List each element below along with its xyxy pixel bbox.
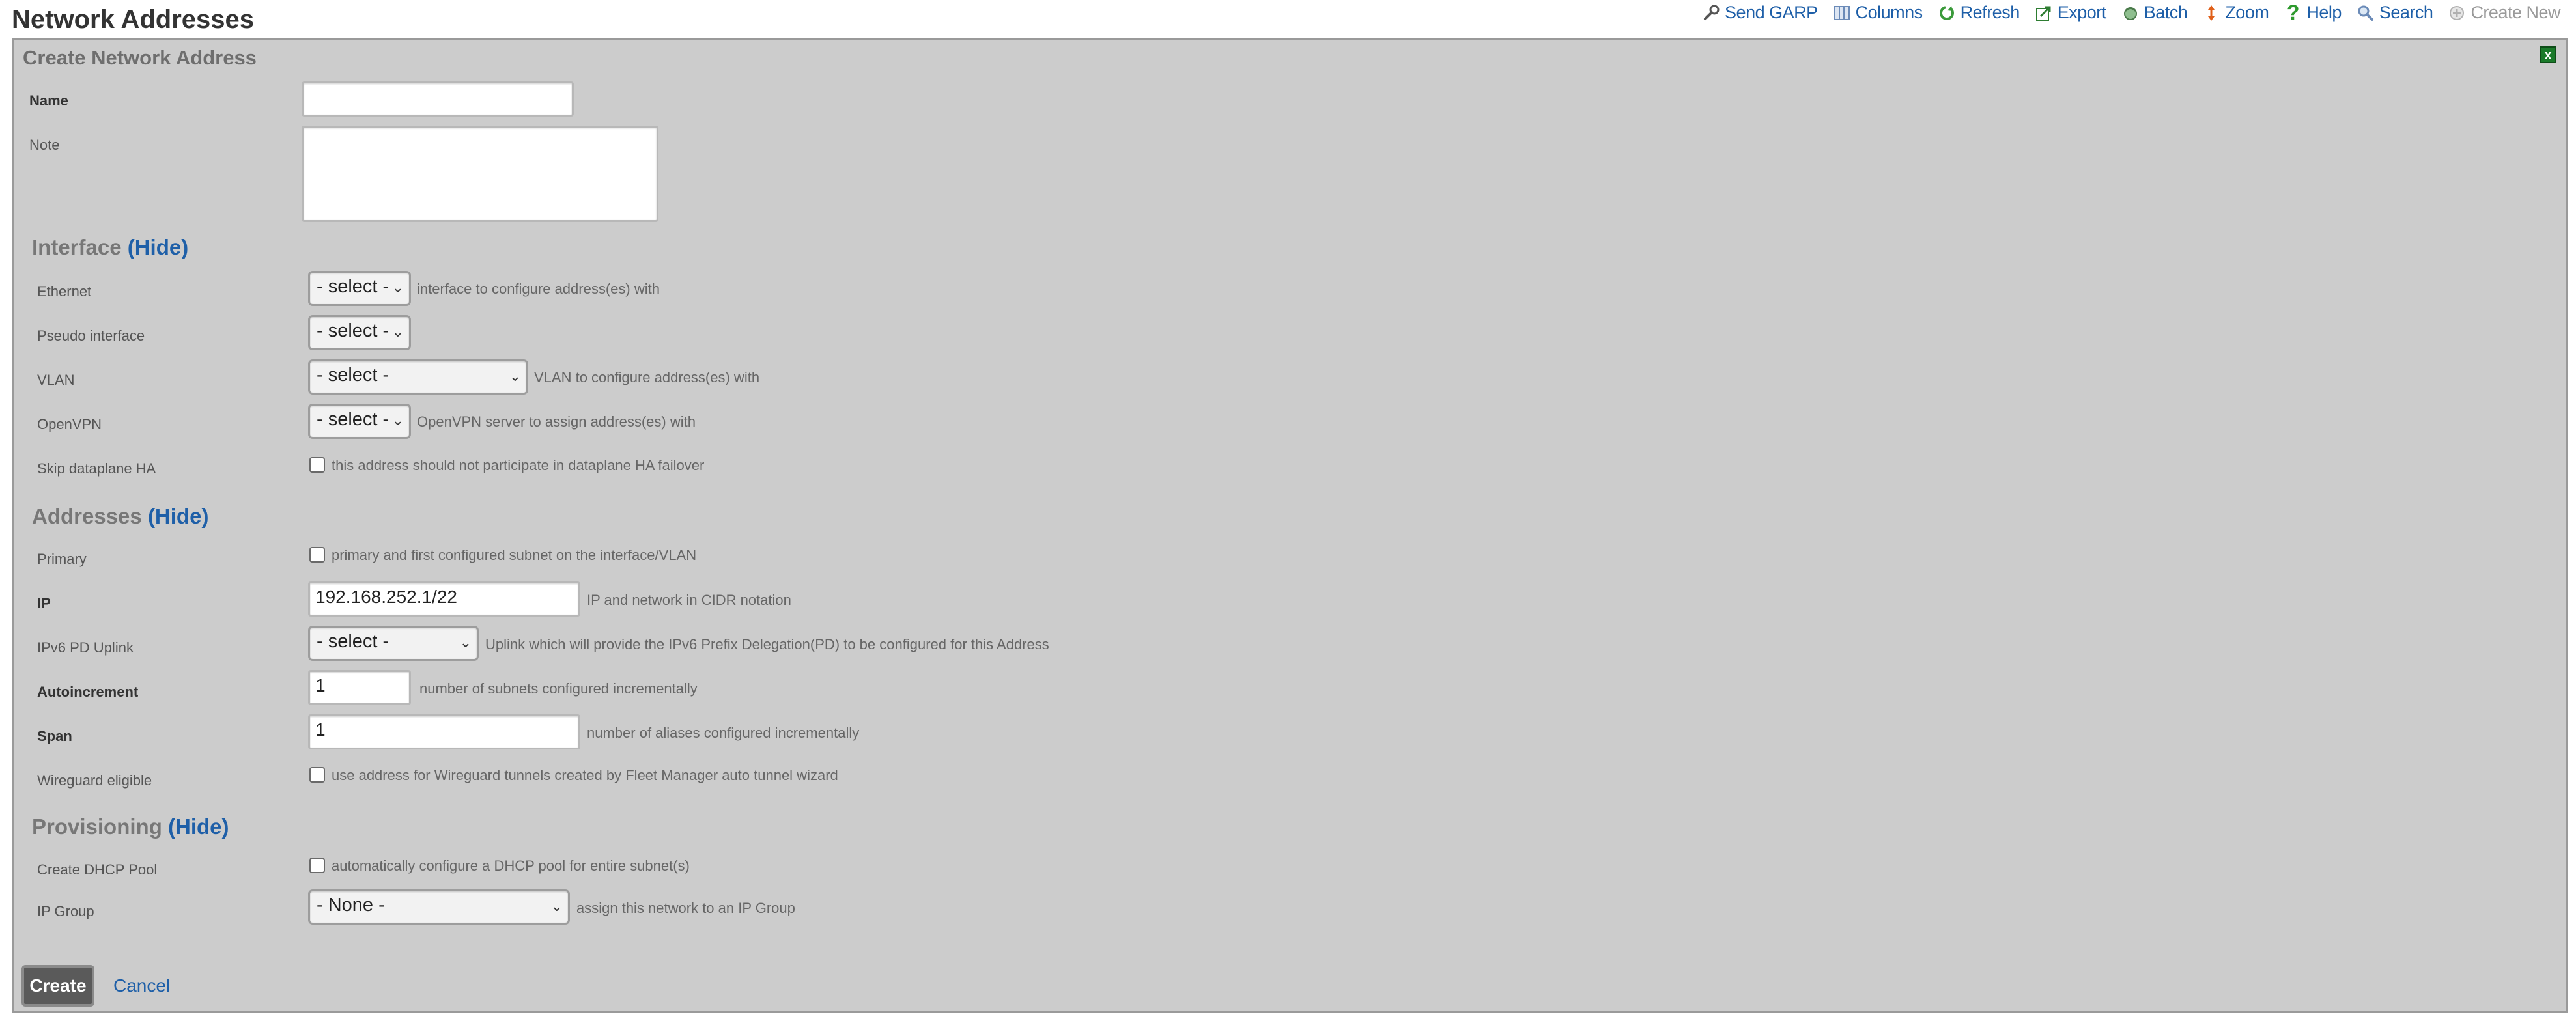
skip-ha-help: this address should not participate in d… [332, 457, 705, 473]
vlan-help: VLAN to configure address(es) with [534, 369, 760, 385]
refresh-button[interactable]: Refresh [1937, 3, 2020, 23]
zoom-icon [2201, 3, 2221, 23]
openvpn-select-value: - select - [317, 409, 389, 430]
autoincrement-input[interactable]: 1 [308, 670, 411, 705]
send-garp-label: Send GARP [1725, 3, 1818, 22]
create-button[interactable]: Create [21, 965, 94, 1007]
chevron-down-icon: ⌄ [391, 412, 404, 428]
span-help: number of aliases configured incremental… [587, 725, 860, 741]
page-title: Network Addresses [12, 5, 254, 34]
refresh-label: Refresh [1960, 3, 2020, 22]
interface-section-title: Interface (Hide) [32, 235, 188, 260]
chevron-down-icon: ⌄ [459, 634, 472, 650]
chevron-down-icon: ⌄ [509, 368, 521, 384]
primary-help: primary and first configured subnet on t… [332, 547, 697, 563]
vlan-select-value: - select - [317, 365, 389, 385]
columns-icon [1832, 3, 1852, 23]
skip-ha-label: Skip dataplane HA [37, 460, 156, 477]
panel-title: Create Network Address [23, 46, 257, 69]
ethernet-select-value: - select - [317, 276, 389, 297]
addresses-hide-link[interactable]: (Hide) [148, 504, 209, 528]
skip-ha-checkbox[interactable] [309, 457, 325, 473]
create-dhcp-pool-checkbox[interactable] [309, 858, 325, 873]
interface-hide-link[interactable]: (Hide) [128, 235, 189, 259]
ip-help: IP and network in CIDR notation [587, 592, 791, 608]
primary-label: Primary [37, 551, 87, 567]
search-label: Search [2379, 3, 2433, 22]
send-garp-button[interactable]: Send GARP [1701, 3, 1818, 23]
autoincrement-help: number of subnets configured incremental… [419, 680, 698, 697]
add-icon [2447, 3, 2467, 23]
create-dhcp-pool-help: automatically configure a DHCP pool for … [332, 858, 690, 874]
help-icon: ? [2286, 1, 2300, 24]
create-network-address-panel: Create Network Address x Name Note Inter… [12, 38, 2568, 1013]
openvpn-select[interactable]: - select - ⌄ [308, 404, 411, 439]
zoom-button[interactable]: Zoom [2201, 3, 2269, 23]
ipv6-pd-uplink-select-value: - select - [317, 631, 389, 652]
export-label: Export [2057, 3, 2107, 22]
create-dhcp-pool-label: Create DHCP Pool [37, 861, 158, 878]
wireguard-label: Wireguard eligible [37, 772, 152, 789]
openvpn-help: OpenVPN server to assign address(es) wit… [417, 413, 696, 430]
search-button[interactable]: Search [2356, 3, 2433, 23]
chevron-down-icon: ⌄ [550, 898, 563, 914]
provisioning-section-label: Provisioning [32, 815, 162, 839]
note-label: Note [29, 137, 60, 153]
wireguard-checkbox[interactable] [309, 767, 325, 783]
provisioning-section-title: Provisioning (Hide) [32, 815, 229, 839]
export-button[interactable]: Export [2034, 3, 2106, 23]
pseudo-interface-label: Pseudo interface [37, 328, 145, 344]
ipv6-pd-uplink-select[interactable]: - select - ⌄ [308, 626, 479, 661]
batch-icon [2121, 3, 2140, 23]
autoincrement-label: Autoincrement [37, 684, 139, 700]
columns-button[interactable]: Columns [1832, 3, 1923, 23]
vlan-label: VLAN [37, 372, 75, 388]
chevron-down-icon: ⌄ [391, 324, 404, 340]
ipv6-pd-uplink-label: IPv6 PD Uplink [37, 639, 134, 656]
ip-group-help: assign this network to an IP Group [576, 900, 795, 916]
pseudo-interface-select-value: - select - [317, 320, 389, 341]
provisioning-hide-link[interactable]: (Hide) [168, 815, 229, 839]
ip-group-select-value: - None - [317, 895, 385, 916]
zoom-label: Zoom [2225, 3, 2269, 22]
page: Network Addresses Send GARP Columns Refr… [0, 0, 2576, 1021]
help-label: Help [2306, 3, 2342, 22]
refresh-icon [1937, 3, 1957, 23]
chevron-down-icon: ⌄ [391, 279, 404, 296]
columns-label: Columns [1855, 3, 1923, 22]
primary-checkbox[interactable] [309, 547, 325, 563]
wireguard-help: use address for Wireguard tunnels create… [332, 767, 838, 783]
toolbar: Send GARP Columns Refresh Export Batch Z… [1701, 1, 2560, 24]
openvpn-label: OpenVPN [37, 416, 102, 432]
batch-label: Batch [2144, 3, 2188, 22]
search-icon [2356, 3, 2375, 23]
create-new-label: Create New [2470, 3, 2560, 22]
wrench-icon [1701, 3, 1721, 23]
name-input[interactable] [302, 81, 574, 117]
vlan-select[interactable]: - select - ⌄ [308, 359, 528, 395]
ip-group-select[interactable]: - None - ⌄ [308, 889, 570, 925]
ip-group-label: IP Group [37, 903, 94, 919]
help-button[interactable]: ? Help [2283, 1, 2342, 24]
name-label: Name [29, 92, 68, 109]
ethernet-label: Ethernet [37, 283, 92, 300]
interface-section-label: Interface [32, 235, 122, 259]
batch-button[interactable]: Batch [2121, 3, 2188, 23]
ipv6-pd-uplink-help: Uplink which will provide the IPv6 Prefi… [485, 636, 1049, 652]
close-icon[interactable]: x [2540, 46, 2556, 63]
addresses-section-title: Addresses (Hide) [32, 504, 208, 529]
create-new-button[interactable]: Create New [2447, 3, 2560, 23]
pseudo-interface-select[interactable]: - select - ⌄ [308, 315, 411, 350]
ip-input[interactable]: 192.168.252.1/22 [308, 581, 580, 617]
export-icon [2034, 3, 2054, 23]
ethernet-help: interface to configure address(es) with [417, 281, 660, 297]
ethernet-select[interactable]: - select - ⌄ [308, 271, 411, 306]
note-textarea[interactable] [302, 126, 658, 222]
addresses-section-label: Addresses [32, 504, 142, 528]
cancel-link[interactable]: Cancel [113, 975, 170, 996]
span-label: Span [37, 728, 72, 744]
ip-label: IP [37, 595, 51, 611]
span-input[interactable]: 1 [308, 714, 580, 749]
